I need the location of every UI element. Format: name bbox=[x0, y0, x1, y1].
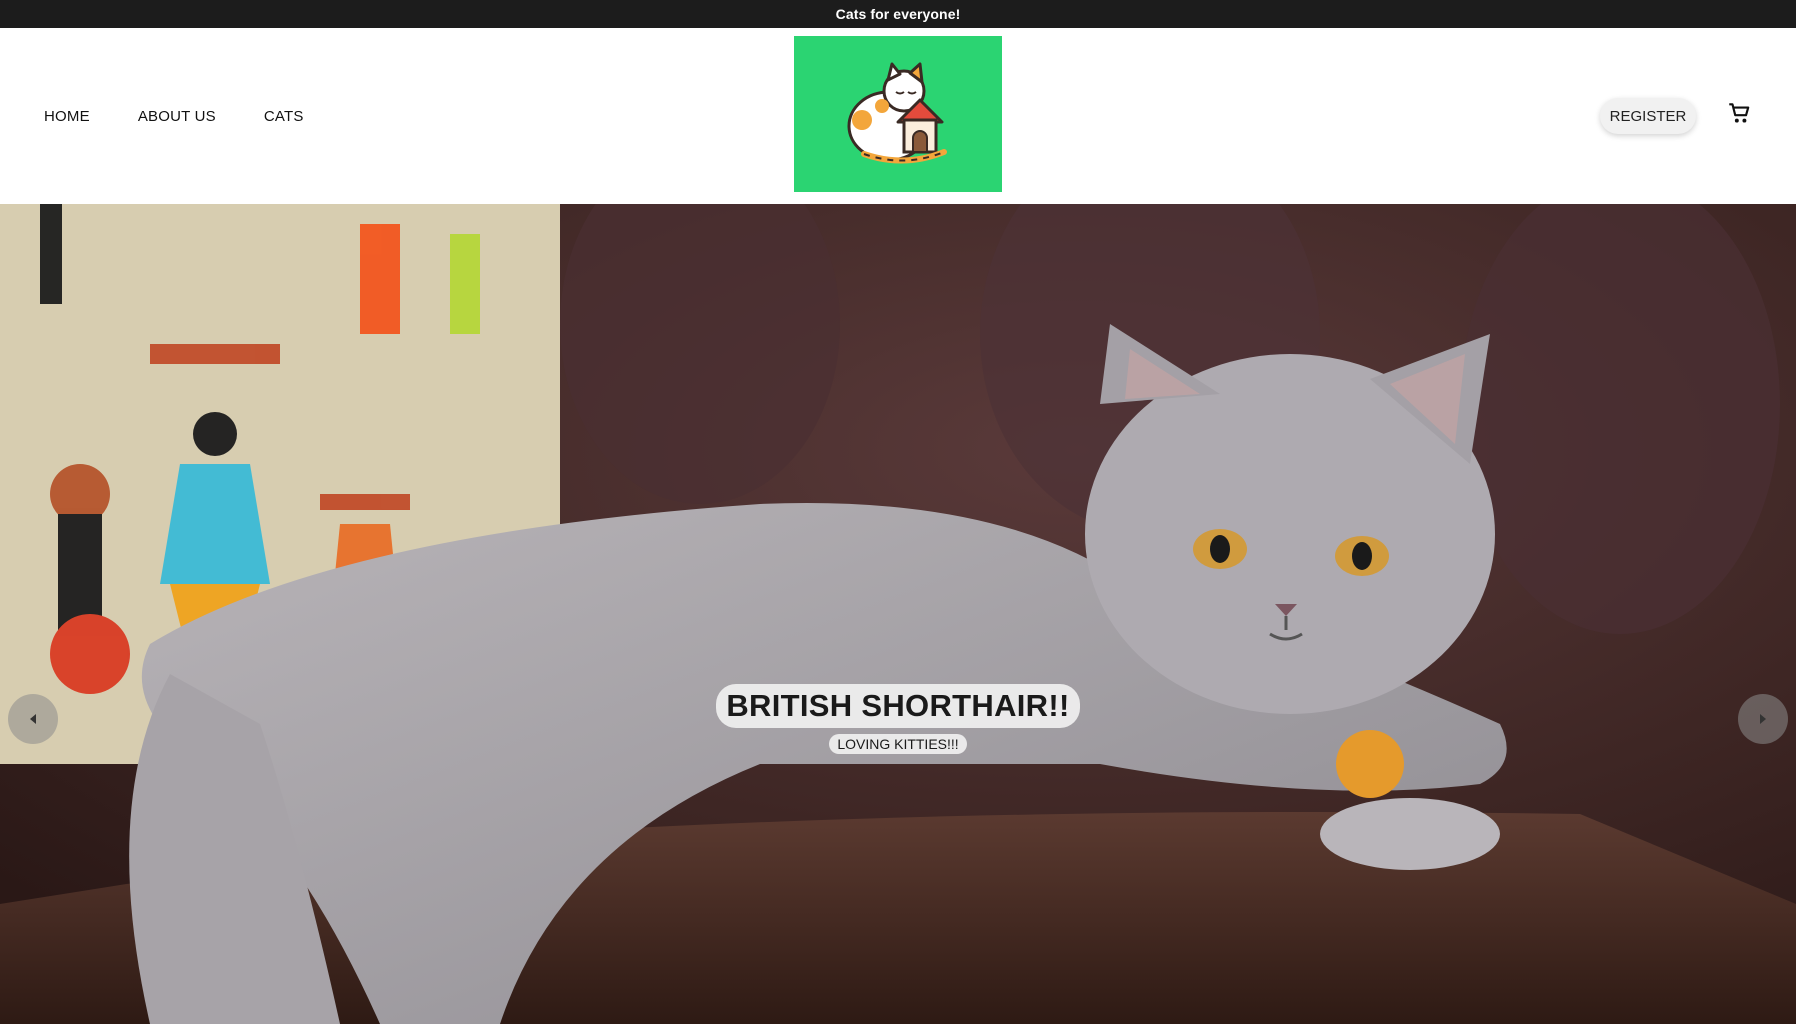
announcement-text: Cats for everyone! bbox=[835, 6, 961, 22]
nav-cats-link[interactable]: CATS bbox=[264, 108, 304, 125]
announcement-bar: Cats for everyone! bbox=[0, 0, 1796, 28]
register-button[interactable]: REGISTER bbox=[1600, 98, 1696, 134]
hero-carousel: BRITISH SHORTHAIR!! LOVING KITTIES!!! bbox=[0, 204, 1796, 1024]
site-logo[interactable] bbox=[794, 36, 1002, 192]
nav-home-link[interactable]: HOME bbox=[44, 108, 90, 125]
cat-house-logo-icon bbox=[847, 62, 947, 164]
nav-about-us-link[interactable]: ABOUT US bbox=[138, 108, 216, 125]
site-header: HOME ABOUT US CATS REGISTER bbox=[0, 28, 1796, 204]
main-nav: HOME ABOUT US CATS bbox=[44, 108, 352, 125]
hero-subtitle: LOVING KITTIES!!! bbox=[829, 734, 967, 754]
shopping-cart-icon[interactable] bbox=[1726, 100, 1752, 126]
hero-title: BRITISH SHORTHAIR!! bbox=[716, 684, 1080, 728]
hero-caption: BRITISH SHORTHAIR!! LOVING KITTIES!!! bbox=[0, 684, 1796, 754]
hero-cat-photo bbox=[0, 204, 1796, 1024]
